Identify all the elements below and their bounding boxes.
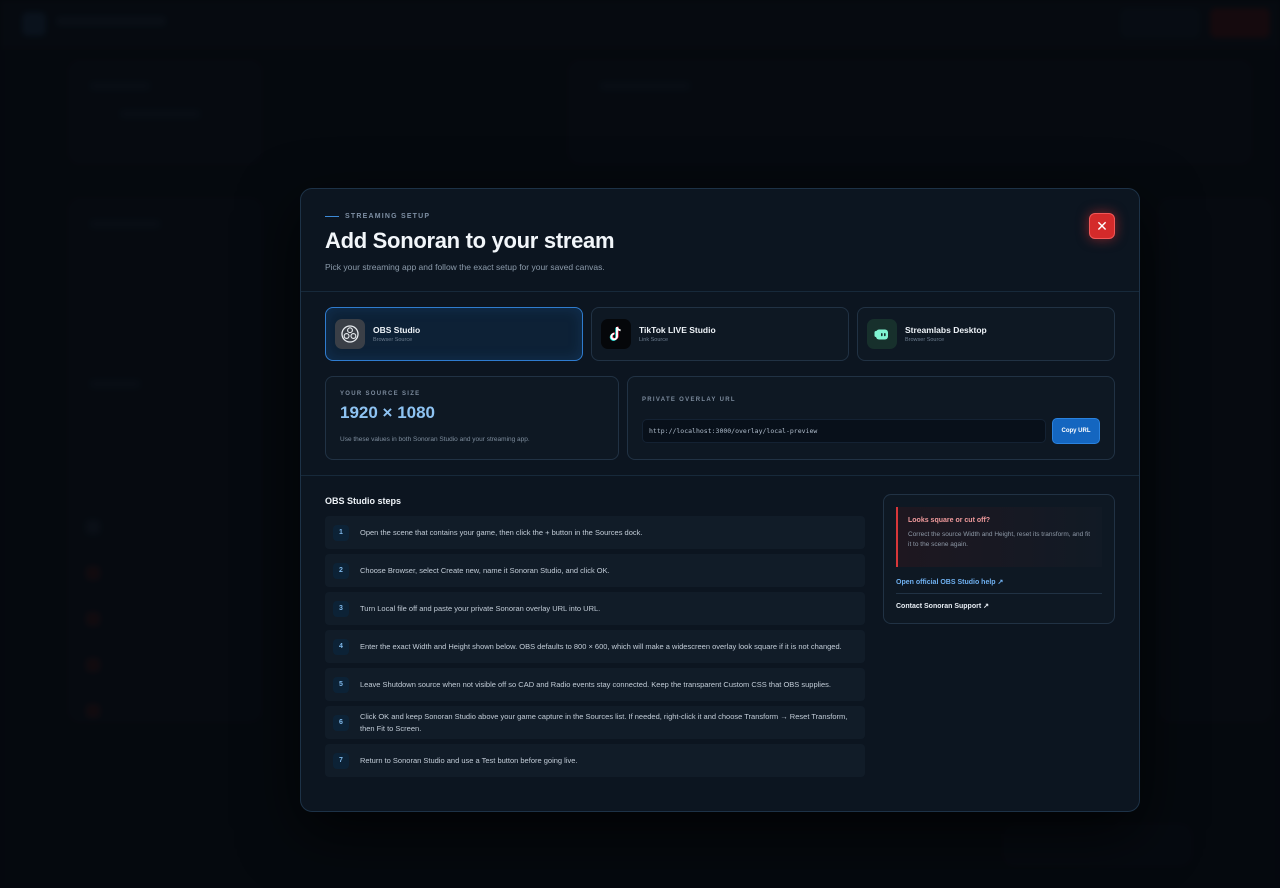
streamlabs-icon: [867, 319, 897, 349]
step-item: 4 Enter the exact Width and Height shown…: [325, 630, 865, 663]
close-icon: ✕: [1096, 217, 1108, 234]
dialog-header: STREAMING SETUP Add Sonoran to your stre…: [301, 189, 1139, 292]
step-number: 2: [333, 562, 349, 579]
eyebrow-text: STREAMING SETUP: [345, 213, 431, 220]
overlay-url-label: PRIVATE OVERLAY URL: [642, 397, 736, 403]
step-item: 6 Click OK and keep Sonoran Studio above…: [325, 706, 865, 739]
steps-list: 1 Open the scene that contains your game…: [325, 516, 865, 782]
step-number: 4: [333, 638, 349, 655]
dialog-title: Add Sonoran to your stream: [325, 228, 615, 253]
app-name: OBS Studio: [373, 325, 421, 335]
streaming-app-picker: OBS Studio Browser Source TikTok LIVE St…: [325, 307, 1115, 361]
dialog-eyebrow: STREAMING SETUP: [325, 213, 1115, 220]
warning-text: Correct the source Width and Height, res…: [908, 531, 1091, 548]
app-name: Streamlabs Desktop: [905, 325, 987, 335]
app-source-type: Link Source: [639, 337, 669, 343]
step-text: Open the scene that contains your game, …: [360, 527, 643, 537]
step-item: 7 Return to Sonoran Studio and use a Tes…: [325, 744, 865, 777]
help-divider: [896, 593, 1102, 594]
app-option-text: OBS Studio Browser Source: [373, 325, 420, 343]
step-number: 6: [333, 714, 349, 731]
help-card: Looks square or cut off? Correct the sou…: [883, 494, 1115, 624]
source-size-value: 1920 × 1080: [340, 403, 436, 422]
source-size-label: YOUR SOURCE SIZE: [340, 391, 421, 397]
step-number: 1: [333, 524, 349, 541]
step-item: 1 Open the scene that contains your game…: [325, 516, 865, 549]
warning-callout: Looks square or cut off? Correct the sou…: [896, 507, 1102, 567]
step-item: 3 Turn Local file off and paste your pri…: [325, 592, 865, 625]
step-number: 7: [333, 752, 349, 769]
app-name: TikTok LIVE Studio: [639, 325, 716, 335]
section-divider: [301, 475, 1139, 476]
source-size-card: YOUR SOURCE SIZE 1920 × 1080 Use these v…: [325, 376, 619, 460]
step-text: Enter the exact Width and Height shown b…: [360, 641, 842, 651]
app-option-tiktok[interactable]: TikTok LIVE Studio Link Source: [591, 307, 849, 361]
streaming-setup-dialog: STREAMING SETUP Add Sonoran to your stre…: [300, 188, 1140, 812]
close-button[interactable]: ✕: [1089, 213, 1115, 239]
step-item: 2 Choose Browser, select Create new, nam…: [325, 554, 865, 587]
support-link[interactable]: Contact Sonoran Support ↗: [896, 602, 1102, 610]
step-number: 5: [333, 676, 349, 693]
step-text: Turn Local file off and paste your priva…: [360, 603, 601, 613]
obs-help-link[interactable]: Open official OBS Studio help ↗: [896, 578, 1102, 586]
app-source-type: Browser Source: [905, 337, 945, 343]
step-text: Choose Browser, select Create new, name …: [360, 565, 610, 575]
copy-url-button[interactable]: Copy URL: [1052, 418, 1100, 444]
eyebrow-line: [325, 216, 339, 217]
overlay-url-field[interactable]: http://localhost:3000/overlay/local-prev…: [642, 419, 1046, 443]
app-source-type: Browser Source: [373, 337, 413, 343]
step-text: Return to Sonoran Studio and use a Test …: [360, 755, 578, 765]
app-option-obs[interactable]: OBS Studio Browser Source: [325, 307, 583, 361]
app-option-text: Streamlabs Desktop Browser Source: [905, 325, 987, 343]
step-item: 5 Leave Shutdown source when not visible…: [325, 668, 865, 701]
tiktok-icon: [601, 319, 631, 349]
steps-title: OBS Studio steps: [325, 496, 402, 506]
overlay-url-card: PRIVATE OVERLAY URL http://localhost:300…: [627, 376, 1115, 460]
step-number: 3: [333, 600, 349, 617]
source-size-hint: Use these values in both Sonoran Studio …: [340, 436, 530, 443]
warning-title: Looks square or cut off?: [908, 517, 991, 524]
app-option-text: TikTok LIVE Studio Link Source: [639, 325, 716, 343]
obs-icon: [335, 319, 365, 349]
app-option-streamlabs[interactable]: Streamlabs Desktop Browser Source: [857, 307, 1115, 361]
step-text: Leave Shutdown source when not visible o…: [360, 679, 831, 689]
overlay-url-row: http://localhost:3000/overlay/local-prev…: [642, 418, 1100, 444]
dialog-subtitle: Pick your streaming app and follow the e…: [325, 262, 605, 272]
step-text: Click OK and keep Sonoran Studio above y…: [360, 711, 848, 733]
